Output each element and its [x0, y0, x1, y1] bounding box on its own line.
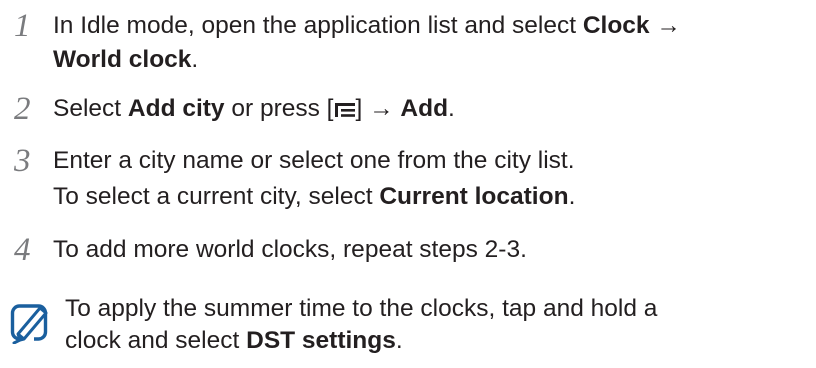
step-text-line: Enter a city name or select one from the…	[53, 147, 575, 174]
note-line: clock and select DST settings.	[65, 327, 403, 354]
step-text-line: World clock.	[53, 46, 199, 73]
step-number: 2	[14, 91, 31, 127]
note-pencil-icon	[10, 302, 50, 345]
step-text-line: To add more world clocks, repeat steps 2…	[53, 236, 527, 263]
step-text-line: In Idle mode, open the application list …	[53, 12, 681, 39]
note-text: To apply the summer time to the clocks, …	[65, 293, 657, 357]
step-number: 3	[14, 143, 31, 179]
step-text-line: To select a current city, select Current…	[53, 183, 576, 210]
step-number: 4	[14, 232, 31, 268]
step-text-line: Select Add city or press [] → Add.	[53, 91, 455, 129]
note-line: To apply the summer time to the clocks, …	[65, 295, 658, 322]
step-number: 1	[14, 8, 31, 44]
menu-key-icon	[334, 93, 356, 129]
